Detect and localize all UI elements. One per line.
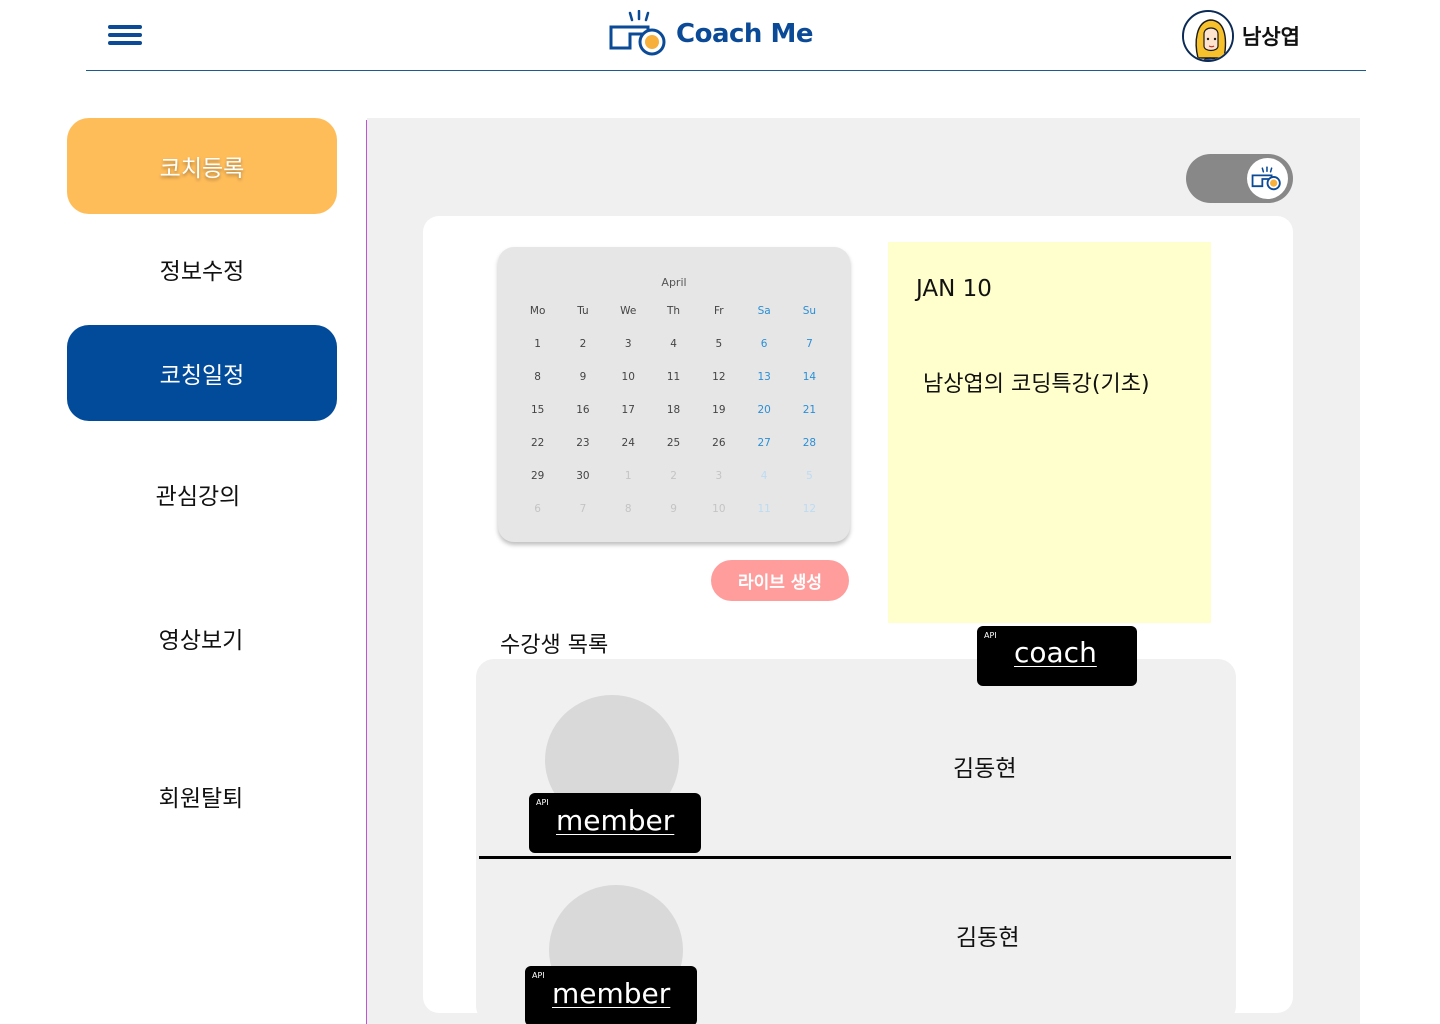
user-name: 남상엽 [1242, 25, 1300, 49]
calendar-day[interactable]: 28 [787, 434, 832, 467]
calendar-weekday: Su [802, 305, 817, 317]
member-api-box[interactable]: API member [529, 793, 701, 853]
logo[interactable]: Coach Me [608, 8, 813, 60]
calendar-day[interactable]: 5 [787, 467, 832, 500]
create-live-button[interactable]: 라이브 생성 [711, 560, 849, 601]
calendar-day[interactable]: 21 [787, 401, 832, 434]
api-link[interactable]: member [552, 977, 670, 1010]
calendar-day[interactable]: 13 [741, 368, 786, 401]
calendar-day[interactable]: 10 [696, 500, 741, 533]
calendar-day[interactable]: 1 [606, 467, 651, 500]
calendar-day[interactable]: 8 [606, 500, 651, 533]
calendar-day[interactable]: 4 [741, 467, 786, 500]
sidebar-item-withdraw[interactable]: 회원탈퇴 [66, 779, 336, 813]
student-list-title: 수강생 목록 [500, 633, 609, 658]
calendar-day[interactable]: 9 [560, 368, 605, 401]
hamburger-menu-icon[interactable] [108, 24, 142, 48]
member-api-box[interactable]: API member [525, 966, 697, 1024]
calendar-day[interactable]: 30 [560, 467, 605, 500]
calendar-day[interactable]: 3 [606, 335, 651, 368]
calendar-day[interactable]: 29 [515, 467, 560, 500]
whistle-icon [1251, 165, 1281, 190]
calendar-day[interactable]: 4 [651, 335, 696, 368]
sidebar-item-coaching-schedule[interactable]: 코칭일정 [67, 325, 337, 421]
sidebar-item-label: 코치등록 [159, 156, 245, 182]
note-date: JAN 10 [916, 276, 992, 302]
user-profile[interactable]: 남상엽 [1182, 10, 1300, 62]
sidebar-item-edit-info[interactable]: 정보수정 [67, 252, 337, 286]
calendar-day[interactable]: 27 [741, 434, 786, 467]
api-link[interactable]: coach [1014, 636, 1097, 669]
calendar-day[interactable]: 1 [515, 335, 560, 368]
calendar-day[interactable]: 11 [741, 500, 786, 533]
calendar-day[interactable]: 15 [515, 401, 560, 434]
calendar-day[interactable]: 26 [696, 434, 741, 467]
calendar-day[interactable]: 5 [696, 335, 741, 368]
calendar-day[interactable]: 6 [515, 500, 560, 533]
calendar-day[interactable]: 3 [696, 467, 741, 500]
api-tag: API [532, 971, 545, 980]
calendar-day[interactable]: 12 [696, 368, 741, 401]
calendar-weekday: Fr [714, 305, 724, 317]
logo-text: Coach Me [676, 19, 813, 49]
calendar-day[interactable]: 19 [696, 401, 741, 434]
member-name: 김동현 [956, 925, 1020, 951]
calendar-day[interactable]: 6 [741, 335, 786, 368]
sidebar-item-label: 코칭일정 [159, 363, 245, 389]
calendar-month: April [661, 276, 687, 289]
schedule-note: JAN 10 남상엽의 코딩특강(기초) [888, 242, 1211, 623]
header-divider [86, 70, 1366, 71]
calendar-day[interactable]: 7 [560, 500, 605, 533]
api-tag: API [984, 631, 997, 640]
calendar-weekday: Th [667, 305, 681, 317]
calendar-weekday: We [620, 305, 637, 317]
sidebar-item-interest-lectures[interactable]: 관심강의 [63, 477, 333, 511]
calendar-day[interactable]: 17 [606, 401, 651, 434]
calendar-day[interactable]: 23 [560, 434, 605, 467]
api-tag: API [536, 798, 549, 807]
calendar-day[interactable]: 12 [787, 500, 832, 533]
calendar-day[interactable]: 7 [787, 335, 832, 368]
calendar-day[interactable]: 14 [787, 368, 832, 401]
toggle-knob [1247, 158, 1288, 199]
note-title: 남상엽의 코딩특강(기초) [923, 372, 1150, 397]
row-divider [479, 856, 1231, 859]
calendar-day[interactable]: 22 [515, 434, 560, 467]
calendar-day[interactable]: 2 [651, 467, 696, 500]
sidebar-item-watch-videos[interactable]: 영상보기 [66, 621, 336, 655]
api-link[interactable]: member [556, 804, 674, 837]
calendar-day[interactable]: 10 [606, 368, 651, 401]
calendar-day[interactable]: 16 [560, 401, 605, 434]
coach-api-box[interactable]: API coach [977, 626, 1137, 686]
avatar [1182, 10, 1234, 62]
sidebar-item-coach-register[interactable]: 코치등록 [67, 118, 337, 214]
calendar-weekday: Sa [757, 305, 771, 317]
calendar-day[interactable]: 9 [651, 500, 696, 533]
calendar-day[interactable]: 24 [606, 434, 651, 467]
mode-toggle[interactable] [1186, 154, 1293, 203]
calendar-day[interactable]: 25 [651, 434, 696, 467]
calendar-weekday: Mo [529, 305, 546, 317]
whistle-icon [609, 10, 666, 56]
calendar: April Mo Tu We Th Fr Sa Su 1 2 3 4 5 6 7 8 9 10 11 12 13 14 1… [498, 247, 850, 542]
member-name: 김동현 [953, 756, 1017, 782]
calendar-grid: Mo Tu We Th Fr Sa Su 1 2 3 4 5 6 7 8 9 10 11 12 13 14 15 16 17 1… [515, 302, 832, 533]
calendar-weekday: Tu [577, 305, 589, 317]
calendar-day[interactable]: 2 [560, 335, 605, 368]
calendar-day[interactable]: 8 [515, 368, 560, 401]
calendar-day[interactable]: 18 [651, 401, 696, 434]
calendar-day[interactable]: 20 [741, 401, 786, 434]
calendar-day[interactable]: 11 [651, 368, 696, 401]
